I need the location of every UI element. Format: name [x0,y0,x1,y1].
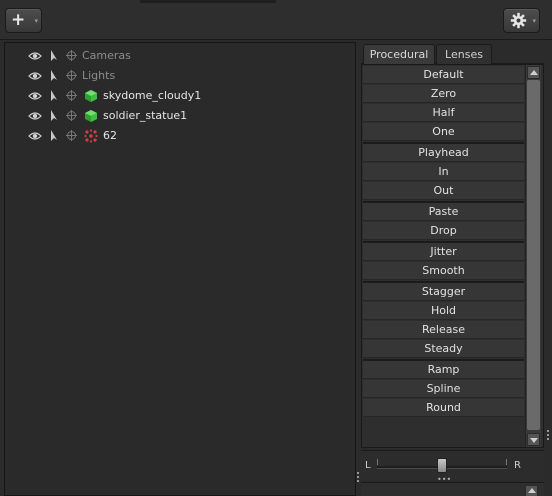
hold-button[interactable]: Hold [363,302,524,320]
select-cursor-icon[interactable] [49,89,59,103]
outliner-row[interactable]: soldier_statue1 [5,106,355,126]
slider-right-label: R [514,460,521,471]
chevron-down-icon: ▾ [34,17,38,25]
settings-button[interactable]: ▾ [503,8,540,33]
procedural-modifier-list: Default Zero Half One Playhead In Out Pa… [361,64,544,448]
slider-tick [506,459,507,465]
crosshair-icon[interactable] [66,110,77,121]
select-cursor-icon[interactable] [49,109,59,123]
steady-button[interactable]: Steady [363,340,524,358]
crosshair-icon[interactable] [66,50,77,61]
out-button[interactable]: Out [363,182,524,200]
outliner-row[interactable]: 62 [5,126,355,146]
eye-icon[interactable] [28,129,42,143]
outliner-row[interactable]: Cameras [5,46,355,66]
scene-outliner: Cameras Lights skydome_cloudy1 soldier_s… [4,42,356,496]
crosshair-icon[interactable] [66,90,77,101]
outliner-item-label: soldier_statue1 [103,109,188,122]
default-button[interactable]: Default [363,66,524,84]
tab-procedural[interactable]: Procedural [363,44,435,65]
select-cursor-icon[interactable] [49,129,59,143]
playhead-button[interactable]: Playhead [363,144,524,162]
gear-icon [510,12,527,29]
in-button[interactable]: In [363,163,524,181]
scroll-up-arrow-icon[interactable] [527,66,540,79]
tab-lenses[interactable]: Lenses [436,44,492,65]
spline-button[interactable]: Spline [363,380,524,398]
scrollbar-thumb[interactable] [527,80,540,430]
add-button[interactable]: + ▾ [5,8,42,33]
paste-button[interactable]: Paste [363,203,524,221]
slider-tick [377,459,378,465]
zero-button[interactable]: Zero [363,85,524,103]
green-cube-icon [85,110,97,122]
jitter-button[interactable]: Jitter [363,243,524,261]
vertical-scrollbar[interactable] [525,65,541,447]
splitter-handle[interactable] [357,472,360,486]
stagger-button[interactable]: Stagger [363,283,524,301]
outliner-row[interactable]: skydome_cloudy1 [5,86,355,106]
one-button[interactable]: One [363,123,524,141]
crosshair-icon[interactable] [66,130,77,141]
eye-icon[interactable] [28,109,42,123]
bottom-panel [361,482,544,496]
green-cube-icon [85,90,97,102]
select-cursor-icon[interactable] [49,69,59,83]
outliner-item-label: 62 [103,129,117,142]
eye-icon[interactable] [28,89,42,103]
ramp-button[interactable]: Ramp [363,361,524,379]
scroll-up-arrow-icon[interactable] [525,485,538,496]
drop-button[interactable]: Drop [363,222,524,240]
slider-handle[interactable] [437,458,447,473]
outliner-item-label: Lights [82,69,116,82]
smooth-button[interactable]: Smooth [363,262,524,280]
round-button[interactable]: Round [363,399,524,417]
outliner-item-label: Cameras [82,49,131,62]
lr-slider-panel: L R ••• [361,450,544,484]
chevron-down-icon: ▾ [532,17,536,25]
half-button[interactable]: Half [363,104,524,122]
eye-icon[interactable] [28,69,42,83]
outliner-row[interactable]: Lights [5,66,355,86]
plus-icon: + [11,10,26,30]
top-toolbar: + ▾ ▾ [0,0,552,40]
release-button[interactable]: Release [363,321,524,339]
panel-tabs: Procedural Lenses [361,42,544,65]
scroll-down-arrow-icon[interactable] [527,433,540,446]
splitter-handle[interactable] [547,430,550,444]
eye-icon[interactable] [28,49,42,63]
outliner-item-label: skydome_cloudy1 [103,89,202,102]
select-cursor-icon[interactable] [49,49,59,63]
red-particles-icon [84,129,98,143]
slider-left-label: L [365,460,371,471]
crosshair-icon[interactable] [66,70,77,81]
title-strip [140,0,276,3]
